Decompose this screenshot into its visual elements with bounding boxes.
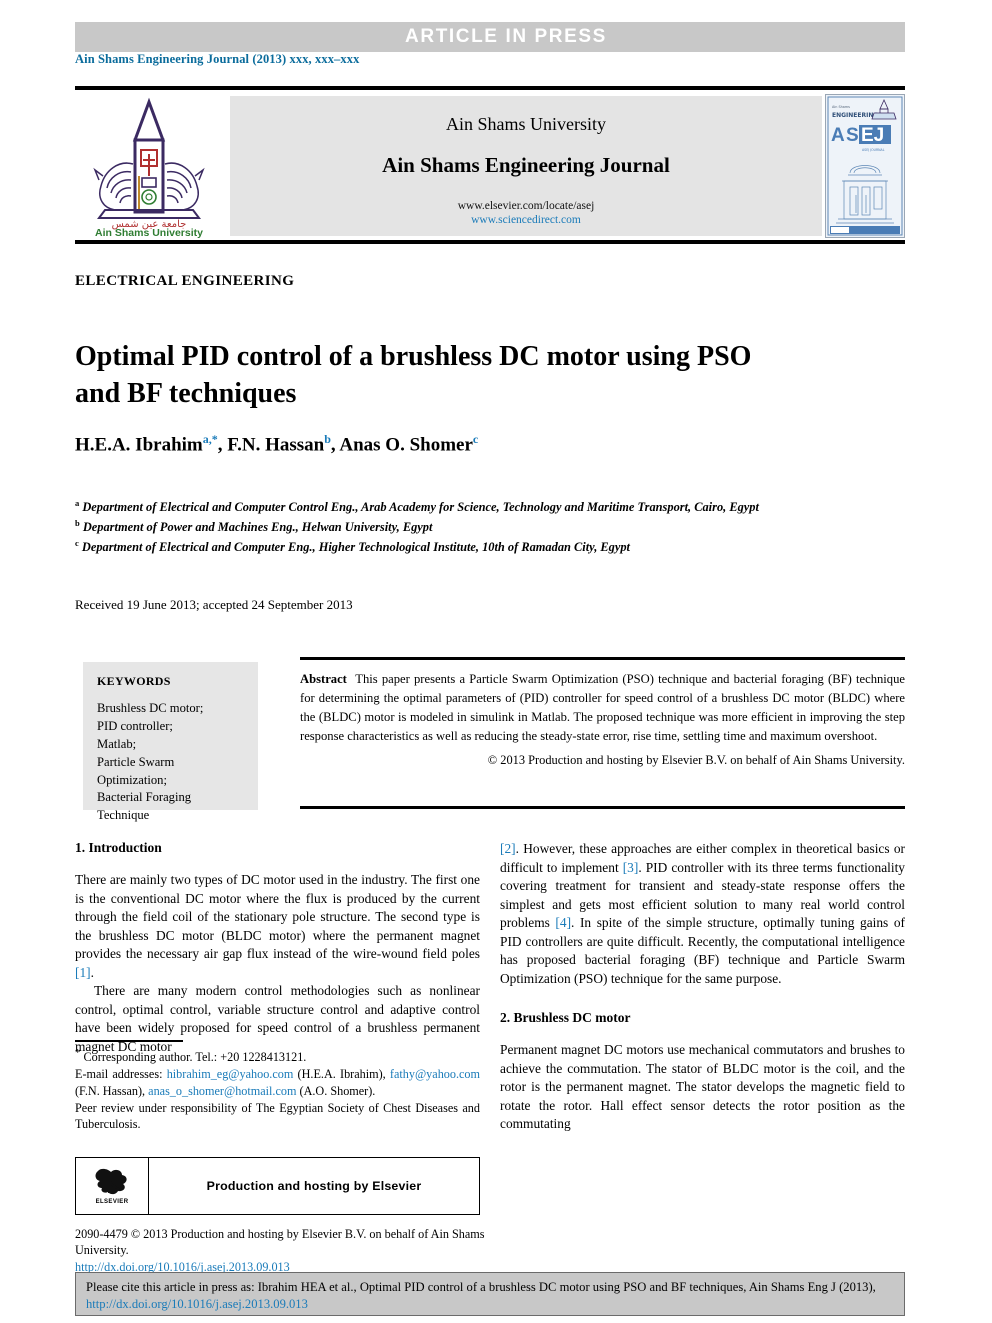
footnote-peer-review: Peer review under responsibility of The … xyxy=(75,1101,480,1132)
keyword-item: Brushless DC motor; xyxy=(97,701,204,715)
author-name: F.N. Hassan xyxy=(227,434,325,456)
masthead-university-name: Ain Shams University xyxy=(446,114,606,134)
masthead-journal-name: Ain Shams Engineering Journal xyxy=(382,153,670,177)
subject-heading: ELECTRICAL ENGINEERING xyxy=(75,273,295,289)
svg-text:EJ: EJ xyxy=(861,125,884,146)
email-link-3[interactable]: anas_o_shomer@hotmail.com xyxy=(148,1084,296,1098)
svg-text:S: S xyxy=(846,125,859,146)
citation-ref[interactable]: [4] xyxy=(555,915,571,930)
affiliation-mark: b xyxy=(75,518,80,529)
author-affiliation-mark: c xyxy=(472,432,479,446)
keyword-item: Particle Swarm xyxy=(97,754,175,769)
keywords-list: Brushless DC motor; PID controller; Matl… xyxy=(97,700,244,825)
running-head: Ain Shams Engineering Journal (2013) xxx… xyxy=(75,52,360,66)
keywords-panel: KEYWORDS Brushless DC motor; PID control… xyxy=(83,662,258,822)
abstract-block: Abstract This paper presents a Particle … xyxy=(300,670,905,769)
elsevier-production-box: ELSEVIER Production and hosting by Elsev… xyxy=(75,1157,480,1215)
keyword-item: PID controller; xyxy=(97,718,173,733)
email-owner-3: (A.O. Shomer). xyxy=(299,1083,376,1098)
obelisk-eagles-logo-icon: جامعة عين شمس Ain Shams University xyxy=(93,97,205,239)
abstract-copyright: © 2013 Production and hosting by Elsevie… xyxy=(487,752,905,767)
footnote-emails: E-mail addresses: hibrahim_eg@yahoo.com … xyxy=(75,1066,480,1099)
cite-text: Please cite this article in press as: Ib… xyxy=(86,1280,876,1294)
citation-ref[interactable]: [3] xyxy=(623,860,639,875)
svg-text:Ain Shams: Ain Shams xyxy=(832,105,850,109)
author-name: Anas O. Shomer xyxy=(339,434,473,456)
affiliation-text: Department of Electrical and Computer En… xyxy=(81,540,630,555)
elsevier-production-label: Production and hosting by Elsevier xyxy=(206,1179,422,1193)
paragraph: There are many modern control methodolog… xyxy=(75,982,480,1056)
elsevier-wordmark: ELSEVIER xyxy=(95,1198,129,1205)
section-heading-bldc: 2. Brushless DC motor xyxy=(500,1010,631,1025)
article-in-press-banner: ARTICLE IN PRESS xyxy=(75,22,905,52)
footnote-corresponding: * Corresponding author. Tel.: +20 122841… xyxy=(75,1046,480,1065)
masthead-sciencedirect-url[interactable]: www.sciencedirect.com xyxy=(230,214,822,226)
svg-text:A: A xyxy=(831,125,845,146)
affiliation-mark: c xyxy=(75,538,79,549)
author-name: H.E.A. Ibrahim xyxy=(75,434,203,456)
masthead-elsevier-url[interactable]: www.elsevier.com/locate/asej xyxy=(230,200,822,212)
svg-text:Ain Shams University: Ain Shams University xyxy=(95,227,203,238)
citation-ref[interactable]: [1] xyxy=(75,965,91,980)
paragraph: [2]. However, these approaches are eithe… xyxy=(500,840,905,988)
paragraph-text: There are many modern control methodolog… xyxy=(75,983,480,1054)
column-right: [2]. However, these approaches are eithe… xyxy=(500,840,905,1134)
affiliation-item: c Department of Electrical and Computer … xyxy=(75,537,905,557)
abstract-top-rule xyxy=(300,657,905,660)
issn-copyright-line: 2090-4479 © 2013 Production and hosting … xyxy=(75,1226,515,1275)
email-link-2[interactable]: fathy@yahoo.com xyxy=(390,1067,480,1081)
author-list: H.E.A. Ibrahima,*, F.N. Hassanb, Anas O.… xyxy=(75,432,905,456)
email-owner-2: (F.N. Hassan), xyxy=(75,1083,146,1098)
article-page: ARTICLE IN PRESS Ain Shams Engineering J… xyxy=(0,0,992,1323)
section-heading-introduction: 1. Introduction xyxy=(75,840,162,855)
abstract-text: This paper presents a Particle Swarm Opt… xyxy=(300,672,905,743)
page-title: Optimal PID control of a brushless DC mo… xyxy=(75,340,752,409)
cite-doi-link[interactable]: http://dx.doi.org/10.1016/j.asej.2013.09… xyxy=(86,1297,308,1311)
paragraph: There are mainly two types of DC motor u… xyxy=(75,871,480,982)
received-accepted-dates: Received 19 June 2013; accepted 24 Septe… xyxy=(75,597,353,612)
svg-text:ENGINEERING: ENGINEERING xyxy=(832,112,878,119)
cite-this-article-box: Please cite this article in press as: Ib… xyxy=(75,1272,905,1316)
asterisk-icon: * xyxy=(75,1047,81,1059)
email-owner-1: (H.E.A. Ibrahim), xyxy=(297,1067,386,1082)
keyword-item: Bacterial Foraging xyxy=(97,790,192,805)
keyword-item: Technique xyxy=(97,808,150,823)
affiliation-mark: a xyxy=(75,498,80,508)
footnote-corresponding-text: Corresponding author. Tel.: +20 12284131… xyxy=(83,1050,307,1065)
affiliation-text: Department of Electrical and Computer Co… xyxy=(82,500,759,515)
affiliation-item: a Department of Electrical and Computer … xyxy=(75,497,905,517)
affiliation-item: b Department of Power and Machines Eng.,… xyxy=(75,517,905,537)
author-affiliation-mark: a,* xyxy=(202,432,218,446)
journal-cover-thumbnail: Ain Shams ENGINEERING A S EJ ASEJ JOURNA… xyxy=(825,94,905,238)
citation-ref[interactable]: [2] xyxy=(500,841,516,856)
elsevier-logo: ELSEVIER xyxy=(76,1158,149,1214)
article-in-press-label: ARTICLE IN PRESS xyxy=(405,26,607,47)
journal-masthead: جامعة عين شمس Ain Shams University Ain S… xyxy=(75,94,905,239)
email-link-1[interactable]: hibrahim_eg@yahoo.com xyxy=(167,1067,294,1081)
asej-cover-art-icon: Ain Shams ENGINEERING A S EJ ASEJ JOURNA… xyxy=(826,95,904,237)
masthead-top-rule xyxy=(75,86,905,90)
email-label: E-mail addresses: xyxy=(75,1067,163,1082)
abstract-bottom-rule xyxy=(300,806,905,809)
affiliation-list: a Department of Electrical and Computer … xyxy=(75,497,905,557)
paragraph-text: There are mainly two types of DC motor u… xyxy=(75,872,480,961)
author-sep: , xyxy=(217,434,228,456)
affiliation-text: Department of Power and Machines Eng., H… xyxy=(82,520,433,535)
author-affiliation-mark: b xyxy=(324,432,331,446)
masthead-center-panel: Ain Shams University Ain Shams Engineeri… xyxy=(230,96,822,236)
keyword-item: Optimization; xyxy=(97,772,167,787)
paragraph: Permanent magnet DC motors use mechanica… xyxy=(500,1042,905,1131)
footnote-block: * Corresponding author. Tel.: +20 122841… xyxy=(75,1046,480,1134)
ain-shams-university-logo: جامعة عين شمس Ain Shams University xyxy=(75,94,223,239)
keywords-title: KEYWORDS xyxy=(97,674,171,688)
footnote-rule xyxy=(75,1040,183,1042)
keyword-item: Matlab; xyxy=(97,736,137,751)
issn-text: 2090-4479 © 2013 Production and hosting … xyxy=(75,1227,485,1258)
abstract-label: Abstract xyxy=(300,672,347,686)
elsevier-tree-icon xyxy=(95,1168,127,1194)
svg-text:ASEJ JOURNAL: ASEJ JOURNAL xyxy=(862,148,885,152)
paragraph-text: . xyxy=(90,964,94,980)
column-left: 1. Introduction There are mainly two typ… xyxy=(75,840,480,1056)
masthead-bottom-rule xyxy=(75,240,905,244)
